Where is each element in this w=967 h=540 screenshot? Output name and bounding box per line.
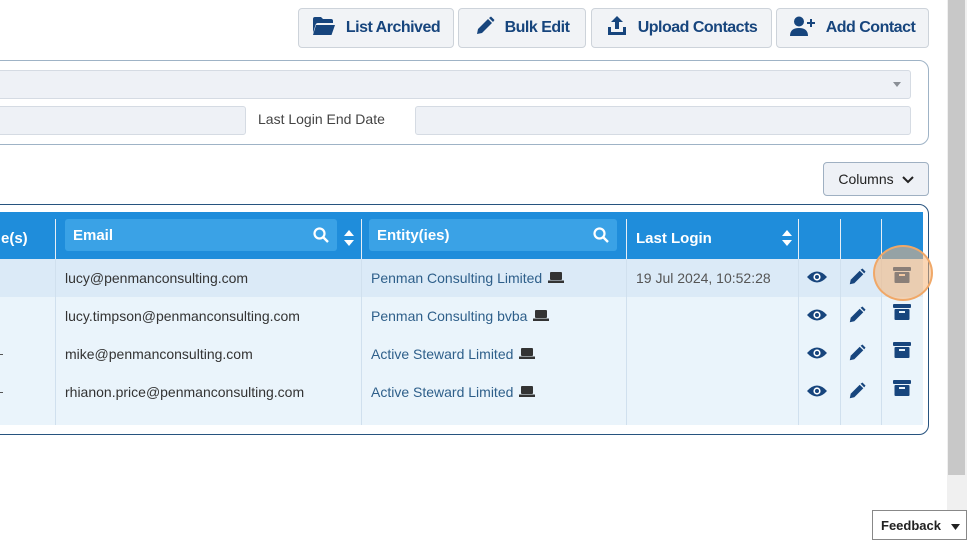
entity-cell: Penman Consulting Limited [371, 259, 565, 297]
contacts-page: List Archived Bulk Edit Upload Contacts … [0, 0, 967, 540]
eye-icon[interactable] [797, 372, 837, 410]
entities-header-label: Entity(ies) [377, 226, 450, 244]
entity-cell: Active Steward Limited [371, 373, 536, 411]
user-plus-icon [789, 16, 816, 41]
upload-contacts-label: Upload Contacts [637, 19, 758, 36]
feedback-label: Feedback [881, 517, 941, 533]
pencil-icon [475, 16, 495, 41]
bulk-edit-label: Bulk Edit [504, 19, 570, 36]
archive-icon[interactable] [882, 293, 922, 331]
archive-icon[interactable] [882, 331, 922, 369]
roles-column-header[interactable]: e(s) [1, 212, 53, 264]
last-login-column-header[interactable]: Last Login [636, 212, 796, 264]
entity-link[interactable]: Active Steward Limited [371, 346, 513, 362]
add-contact-button[interactable]: Add Contact [776, 8, 929, 48]
chevron-down-icon [901, 171, 914, 187]
pencil-icon[interactable] [837, 372, 877, 410]
laptop-icon [519, 384, 536, 400]
email-cell: mike@penmanconsulting.com [65, 346, 253, 362]
email-cell: rhianon.price@penmanconsulting.com [65, 384, 305, 400]
sort-icon[interactable] [782, 230, 792, 251]
add-contact-label: Add Contact [825, 19, 916, 36]
contacts-table: e(s) Email Entity(ies) Last Login lucy@p… [0, 204, 929, 435]
entity-cell: Active Steward Limited [371, 335, 536, 373]
email-header-label: Email [73, 226, 114, 244]
filter-select[interactable] [0, 70, 911, 99]
upload-icon [606, 15, 628, 42]
pencil-icon[interactable] [837, 296, 877, 334]
entities-column-header[interactable]: Entity(ies) [369, 219, 617, 251]
entity-link[interactable]: Active Steward Limited [371, 384, 513, 400]
search-icon[interactable] [593, 227, 609, 247]
sort-icon[interactable] [344, 230, 354, 251]
folder-open-icon [312, 16, 336, 41]
scrollbar-thumb[interactable] [948, 0, 965, 475]
table-row[interactable]: lucy@penmanconsulting.com Penman Consult… [0, 259, 923, 297]
columns-button[interactable]: Columns [823, 162, 929, 196]
email-column-header[interactable]: Email [65, 219, 337, 251]
table-row[interactable]: lucy.timpson@penmanconsulting.com Penman… [0, 297, 923, 335]
roles-header-label: e(s) [1, 229, 28, 247]
search-icon[interactable] [313, 227, 329, 247]
table-row[interactable]: mike@penmanconsulting.com Active Steward… [0, 335, 923, 373]
chevron-down-icon [893, 82, 901, 87]
caret-down-icon [950, 518, 960, 533]
email-cell: lucy.timpson@penmanconsulting.com [65, 308, 300, 324]
row-fragment [0, 354, 3, 355]
eye-icon[interactable] [797, 296, 837, 334]
last-login-end-date-label: Last Login End Date [258, 111, 385, 127]
entity-link[interactable]: Penman Consulting bvba [371, 308, 527, 324]
feedback-button[interactable]: Feedback [872, 510, 967, 540]
laptop-icon [519, 346, 536, 362]
laptop-icon [548, 270, 565, 286]
list-archived-label: List Archived [345, 19, 441, 36]
eye-icon[interactable] [797, 334, 837, 372]
last-login-start-date-input[interactable] [0, 106, 246, 135]
laptop-icon [533, 308, 550, 324]
archive-icon[interactable] [882, 256, 922, 294]
last-login-header-label: Last Login [636, 229, 712, 247]
row-fragment [0, 392, 3, 393]
bulk-edit-button[interactable]: Bulk Edit [458, 8, 586, 48]
archive-icon[interactable] [882, 369, 922, 407]
last-login-end-date-input[interactable] [415, 106, 911, 135]
table-header: e(s) Email Entity(ies) Last Login [0, 212, 923, 264]
entity-cell: Penman Consulting bvba [371, 297, 550, 335]
pencil-icon[interactable] [837, 334, 877, 372]
list-archived-button[interactable]: List Archived [298, 8, 454, 48]
upload-contacts-button[interactable]: Upload Contacts [591, 8, 772, 48]
entity-link[interactable]: Penman Consulting Limited [371, 270, 542, 286]
last-login-cell: 19 Jul 2024, 10:52:28 [636, 270, 771, 286]
email-cell: lucy@penmanconsulting.com [65, 270, 249, 286]
columns-label: Columns [838, 171, 894, 187]
pencil-icon[interactable] [837, 258, 877, 296]
eye-icon[interactable] [797, 258, 837, 296]
table-row[interactable]: rhianon.price@penmanconsulting.com Activ… [0, 373, 923, 425]
